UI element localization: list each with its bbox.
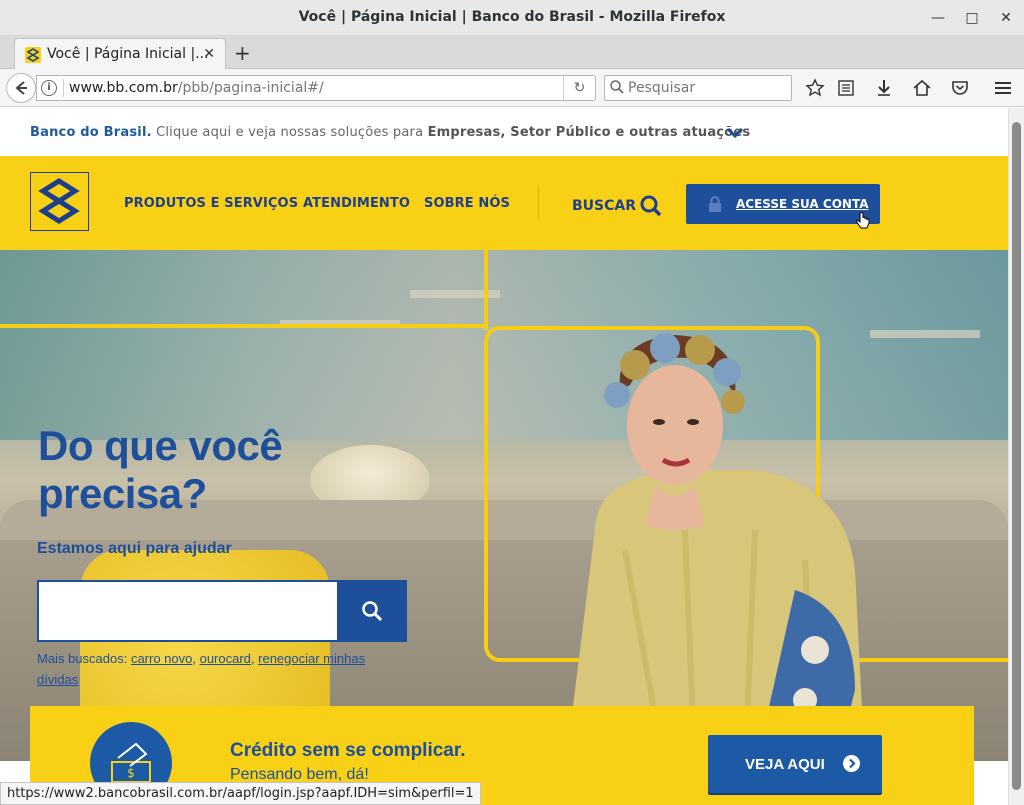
window-titlebar: Você | Página Inicial | Banco do Brasil … [0, 0, 1024, 36]
reading-list-icon[interactable] [836, 78, 856, 98]
url-separator [63, 79, 64, 97]
bookmark-star-icon[interactable] [805, 78, 825, 98]
arrow-right-icon [843, 755, 860, 772]
scrollbar-thumb[interactable] [1012, 122, 1021, 790]
mais-buscados: Mais buscados: carro novo, ourocard, ren… [37, 651, 366, 687]
segment-strong: Empresas, Setor Público e outras atuaçõe… [427, 125, 751, 140]
url-text: www.bb.com.br/pbb/pagina-inicial#/ [69, 80, 324, 96]
download-icon[interactable] [874, 78, 894, 98]
credit-title: Crédito sem se complicar. [230, 740, 466, 761]
veja-aqui-label: VEJA AQUI [745, 756, 825, 773]
close-window-icon[interactable]: ✕ [996, 8, 1016, 28]
link-carro-novo[interactable]: carro novo [131, 651, 192, 666]
tab-title: Você | Página Inicial |... [47, 46, 209, 62]
frame-line [0, 324, 486, 328]
browser-tab[interactable]: Você | Página Inicial |... ✕ [14, 38, 226, 70]
search-placeholder: Pesquisar [628, 80, 696, 96]
hero-subtitle: Estamos aqui para ajudar [37, 540, 232, 557]
nav-sobre-nos[interactable]: SOBRE NÓS [424, 196, 510, 211]
segment-text: Clique aqui e veja nossas soluções para [151, 125, 428, 140]
menu-icon[interactable] [993, 78, 1013, 98]
pocket-icon[interactable] [950, 78, 970, 98]
tab-bar: Você | Página Inicial |... ✕ [0, 36, 1024, 70]
home-icon[interactable] [912, 78, 932, 98]
nav-produtos[interactable]: PRODUTOS E SERVIÇOS [124, 196, 298, 211]
buscar-link[interactable]: BUSCAR [572, 198, 636, 214]
info-icon[interactable]: i [41, 80, 57, 96]
url-path: /pbb/pagina-inicial#/ [177, 80, 324, 96]
bb-logo-icon [38, 178, 80, 224]
back-arrow-icon [15, 81, 27, 95]
new-tab-icon[interactable]: + [234, 41, 251, 65]
segment-brand: Banco do Brasil. [30, 125, 152, 140]
link-ourocard[interactable]: ourocard [200, 651, 251, 666]
url-host: www.bb.com.br [69, 80, 178, 96]
svg-text:$: $ [127, 766, 135, 780]
hero-title: Do que você precisa? [38, 422, 283, 518]
site-header: PRODUTOS E SERVIÇOS ATENDIMENTO SOBRE NÓ… [0, 156, 1008, 250]
hero-banner: Do que você precisa? Estamos aqui para a… [0, 250, 1008, 761]
window-title: Você | Página Inicial | Banco do Brasil … [298, 9, 726, 25]
reload-icon[interactable]: ↻ [563, 76, 595, 100]
header-divider [538, 186, 539, 220]
hero-title-line1: Do que você [38, 422, 283, 469]
minimize-icon[interactable]: — [928, 8, 948, 28]
bb-logo[interactable] [30, 172, 89, 231]
bb-favicon-icon [25, 47, 41, 63]
navigation-bar: i www.bb.com.br/pbb/pagina-inicial#/ ↻ P… [0, 69, 1024, 107]
vertical-scrollbar[interactable] [1008, 108, 1024, 805]
shelf [870, 330, 980, 338]
search-icon[interactable] [639, 194, 663, 218]
back-button[interactable] [6, 73, 36, 103]
frame-line [484, 250, 488, 330]
hand-cursor-icon [856, 212, 870, 229]
chevron-down-icon[interactable] [725, 123, 745, 143]
woman-photo [566, 333, 865, 761]
search-icon [362, 601, 383, 622]
hero-search-input[interactable] [37, 580, 337, 642]
veja-aqui-button[interactable]: VEJA AQUI [708, 735, 882, 793]
tab-close-icon[interactable]: ✕ [203, 46, 215, 62]
acesse-label: ACESSE SUA CONTA [736, 197, 869, 211]
mais-buscados-label: Mais buscados: [37, 651, 131, 666]
segment-strip-text: Banco do Brasil. Clique aqui e veja noss… [30, 125, 750, 140]
nav-atendimento[interactable]: ATENDIMENTO [303, 196, 410, 211]
segment-strip[interactable]: Banco do Brasil. Clique aqui e veja noss… [0, 108, 1008, 156]
search-icon [610, 80, 624, 94]
maximize-icon[interactable]: □ [962, 8, 982, 28]
status-url: https://www2.bancobrasil.com.br/aapf/log… [0, 782, 481, 805]
acesse-sua-conta-button[interactable]: ACESSE SUA CONTA [686, 184, 880, 224]
hero-title-line2: precisa? [38, 470, 207, 517]
url-bar[interactable]: i www.bb.com.br/pbb/pagina-inicial#/ ↻ [36, 75, 596, 101]
lock-icon [709, 196, 721, 212]
search-bar[interactable]: Pesquisar [604, 75, 792, 101]
hero-search-button[interactable] [337, 580, 407, 642]
